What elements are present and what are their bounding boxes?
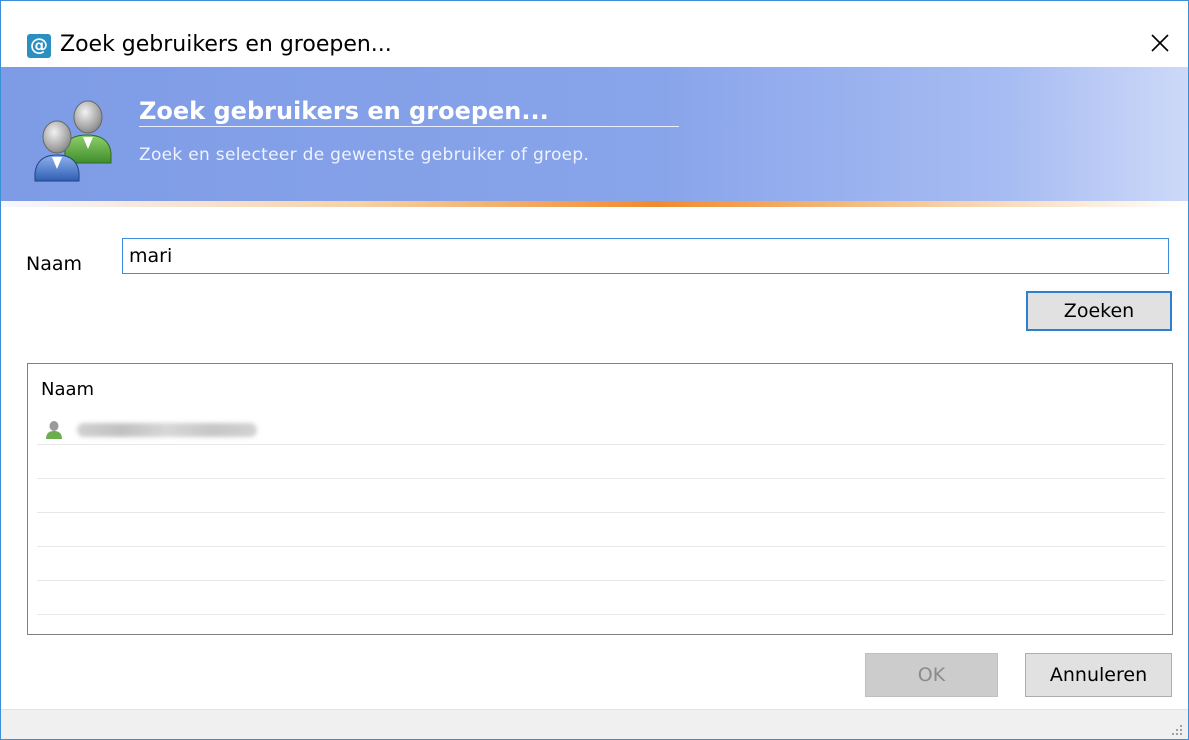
list-item[interactable]: [37, 411, 1165, 445]
banner-accent-line: [1, 201, 1188, 207]
ok-button[interactable]: OK: [865, 653, 998, 697]
at-sign-icon: @: [27, 34, 51, 58]
banner-divider: [139, 126, 679, 127]
banner-subtitle: Zoek en selecteer de gewenste gebruiker …: [139, 145, 590, 165]
header-banner: [1, 67, 1188, 203]
cancel-button[interactable]: Annuleren: [1025, 653, 1172, 697]
status-bar: [1, 709, 1188, 739]
dialog-window: @ Zoek gebruikers en groepen... Zoek geb…: [0, 0, 1189, 740]
close-icon: [1151, 34, 1169, 52]
app-icon-glyph: @: [30, 35, 48, 56]
banner-title: Zoek gebruikers en groepen...: [139, 97, 549, 125]
search-button[interactable]: Zoeken: [1026, 291, 1172, 331]
title-bar: @ Zoek gebruikers en groepen...: [1, 1, 1188, 67]
name-label: Naam: [26, 253, 83, 275]
column-header-name[interactable]: Naam: [41, 379, 94, 400]
list-item-empty: [37, 479, 1165, 513]
list-item-empty: [37, 581, 1165, 615]
list-item-empty: [37, 513, 1165, 547]
close-button[interactable]: [1138, 23, 1182, 63]
resize-grip-icon[interactable]: [1170, 723, 1184, 737]
name-search-input[interactable]: [122, 238, 1169, 274]
list-item-empty: [37, 445, 1165, 479]
user-name-redacted: [77, 423, 257, 437]
users-group-icon: [34, 100, 112, 182]
user-icon: [46, 421, 62, 439]
results-list[interactable]: Naam: [27, 363, 1173, 635]
list-item-empty: [37, 547, 1165, 581]
window-title: Zoek gebruikers en groepen...: [60, 32, 392, 57]
